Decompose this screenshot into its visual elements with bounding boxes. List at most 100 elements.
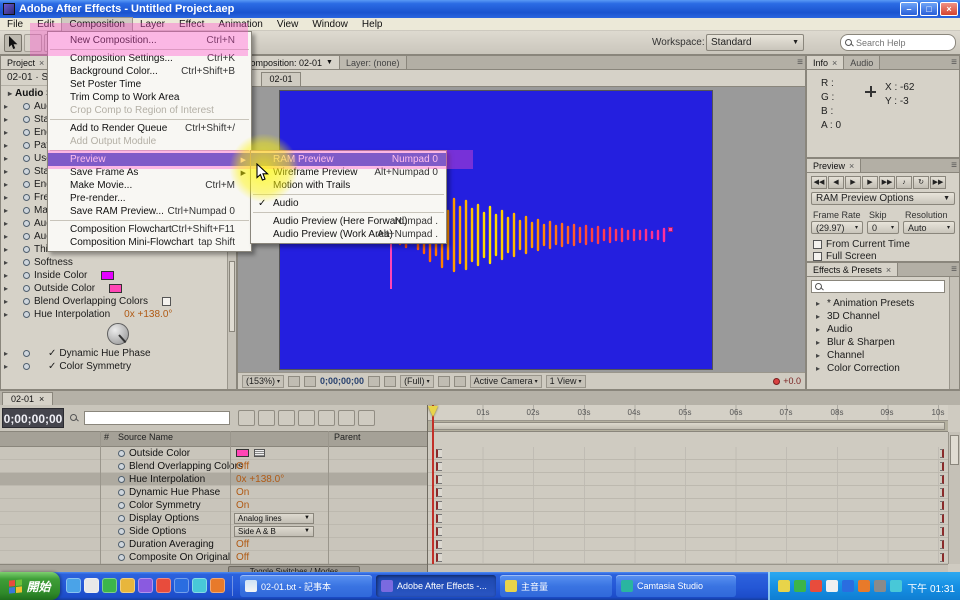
timeline-search[interactable] — [84, 411, 230, 425]
stopwatch-icon[interactable] — [23, 129, 30, 136]
title-bar[interactable]: Adobe After Effects - Untitled Project.a… — [0, 0, 960, 18]
twirl-icon[interactable]: ▸ — [5, 89, 15, 98]
check-icon[interactable]: ✓ — [48, 361, 56, 372]
work-area-bar[interactable] — [428, 421, 948, 432]
panel-menu-icon[interactable]: ≡ — [951, 264, 957, 275]
timeline-track-area[interactable]: 01s 02s 03s 04s 05s 06s 07s 08s 09s 10s — [428, 405, 960, 572]
menu-window[interactable]: Window — [305, 18, 355, 31]
tray-icon[interactable] — [874, 580, 886, 592]
menu-animation[interactable]: Animation — [211, 18, 269, 31]
ram-preview-options-dropdown[interactable]: RAM Preview Options ▼ — [811, 192, 955, 205]
skip-dropdown[interactable]: 0▾ — [867, 221, 899, 234]
frame-blend-icon[interactable] — [298, 410, 315, 426]
keyframe-mark[interactable] — [436, 462, 442, 471]
ram-preview-button[interactable]: ▶▶ — [930, 176, 946, 189]
property-value[interactable]: Off — [236, 461, 249, 472]
property-value[interactable]: On — [236, 500, 249, 511]
close-icon[interactable]: × — [39, 58, 44, 68]
tray-icon[interactable] — [810, 580, 822, 592]
column-divider[interactable] — [230, 431, 231, 564]
menu-effect[interactable]: Effect — [172, 18, 211, 31]
stopwatch-icon[interactable] — [23, 168, 30, 175]
menu-help[interactable]: Help — [355, 18, 390, 31]
menu-item-save-ram-preview[interactable]: Save RAM Preview...Ctrl+Numpad 0 — [48, 205, 251, 218]
minimize-button[interactable]: – — [900, 2, 918, 16]
stopwatch-icon[interactable] — [23, 155, 30, 162]
help-search-input[interactable] — [856, 38, 948, 48]
close-icon[interactable]: × — [39, 394, 44, 404]
property-row[interactable]: ▸Outside Color — [1, 282, 227, 295]
keyframe-mark[interactable] — [940, 462, 944, 471]
comp-timecode[interactable]: 0;00;00;00 — [320, 376, 364, 386]
quicklaunch-icon[interactable] — [192, 578, 207, 593]
keyframe-mark[interactable] — [436, 501, 442, 510]
property-row[interactable]: ▸Softness — [1, 256, 227, 269]
stopwatch-icon[interactable] — [23, 311, 30, 318]
stopwatch-icon[interactable] — [23, 259, 30, 266]
brainstorm-icon[interactable] — [338, 410, 355, 426]
stopwatch-icon[interactable] — [118, 515, 125, 522]
stopwatch-icon[interactable] — [23, 285, 30, 292]
menu-item-motion-with-trails[interactable]: Motion with Trails — [251, 179, 446, 192]
resolution-preview-dropdown[interactable]: Auto▾ — [903, 221, 955, 234]
menu-item-set-poster-time[interactable]: Set Poster Time — [48, 78, 251, 91]
timeline-row[interactable]: Outside Color — [0, 447, 427, 460]
stopwatch-icon[interactable] — [118, 463, 125, 470]
tab-composition[interactable]: Composition: 02-01▼ — [238, 56, 340, 69]
keyframe-mark[interactable] — [940, 553, 944, 562]
column-divider[interactable] — [328, 431, 329, 564]
safe-guides-icon[interactable] — [288, 376, 300, 387]
keyframe-mark[interactable] — [436, 553, 442, 562]
category-blur-sharpen[interactable]: ▸Blur & Sharpen — [807, 336, 949, 349]
timeline-row[interactable]: Duration AveragingOff — [0, 538, 427, 551]
stopwatch-icon[interactable] — [23, 246, 30, 253]
column-parent[interactable]: Parent — [334, 432, 361, 442]
stopwatch-icon[interactable] — [118, 502, 125, 509]
timeline-row[interactable]: Blend Overlapping ColorsOff — [0, 460, 427, 473]
tab-preview[interactable]: Preview× — [807, 159, 861, 172]
grid-icon[interactable] — [304, 376, 316, 387]
zoom-dropdown[interactable]: (153%)▾ — [242, 375, 284, 388]
stopwatch-icon[interactable] — [23, 103, 30, 110]
channels-icon[interactable] — [384, 376, 396, 387]
stopwatch-icon[interactable] — [23, 220, 30, 227]
effects-search[interactable] — [811, 280, 945, 293]
tab-effects-presets[interactable]: Effects & Presets× — [807, 263, 898, 276]
frame-rate-dropdown[interactable]: (29.97)▾ — [811, 221, 863, 234]
quicklaunch-icon[interactable] — [156, 578, 171, 593]
next-frame-button[interactable]: ▶ — [862, 176, 878, 189]
roi-icon[interactable] — [438, 376, 450, 387]
quicklaunch-icon[interactable] — [210, 578, 225, 593]
stopwatch-icon[interactable] — [23, 363, 30, 370]
category-audio[interactable]: ▸Audio — [807, 323, 949, 336]
keyframe-mark[interactable] — [940, 514, 944, 523]
close-icon[interactable]: × — [849, 161, 854, 171]
menu-item-new-composition[interactable]: New Composition...Ctrl+N — [48, 34, 251, 47]
hide-shy-icon[interactable] — [278, 410, 295, 426]
expression-icon[interactable] — [254, 449, 265, 457]
scrollbar[interactable] — [949, 277, 959, 389]
stopwatch-icon[interactable] — [23, 272, 30, 279]
stopwatch-icon[interactable] — [23, 194, 30, 201]
menu-item-ram-preview[interactable]: RAM PreviewNumpad 0 — [251, 153, 446, 166]
property-value[interactable]: 0x +138.0° — [124, 309, 172, 320]
scrollbar[interactable] — [948, 432, 960, 564]
exposure-control[interactable]: +0.0 — [773, 376, 801, 386]
menu-item-add-to-render-queue[interactable]: Add to Render QueueCtrl+Shift+/ — [48, 122, 251, 135]
menu-item-make-movie[interactable]: Make Movie...Ctrl+M — [48, 179, 251, 192]
keyframe-mark[interactable] — [940, 488, 944, 497]
close-icon[interactable]: × — [886, 265, 891, 275]
menu-view[interactable]: View — [270, 18, 306, 31]
comp-mini-tab[interactable]: 02-01 — [261, 72, 301, 86]
quicklaunch-icon[interactable] — [138, 578, 153, 593]
timeline-zoom-bar[interactable] — [428, 564, 948, 572]
timeline-row[interactable]: Display OptionsAnalog lines▼ — [0, 512, 427, 525]
angle-dial[interactable] — [107, 323, 129, 345]
property-value[interactable]: On — [236, 487, 249, 498]
keyframe-mark[interactable] — [436, 540, 442, 549]
task-volume[interactable]: 主音量 — [500, 575, 612, 597]
keyframe-mark[interactable] — [940, 527, 944, 536]
selection-tool[interactable] — [4, 34, 22, 52]
track-rows[interactable] — [428, 447, 948, 564]
cti-handle[interactable] — [428, 406, 438, 417]
